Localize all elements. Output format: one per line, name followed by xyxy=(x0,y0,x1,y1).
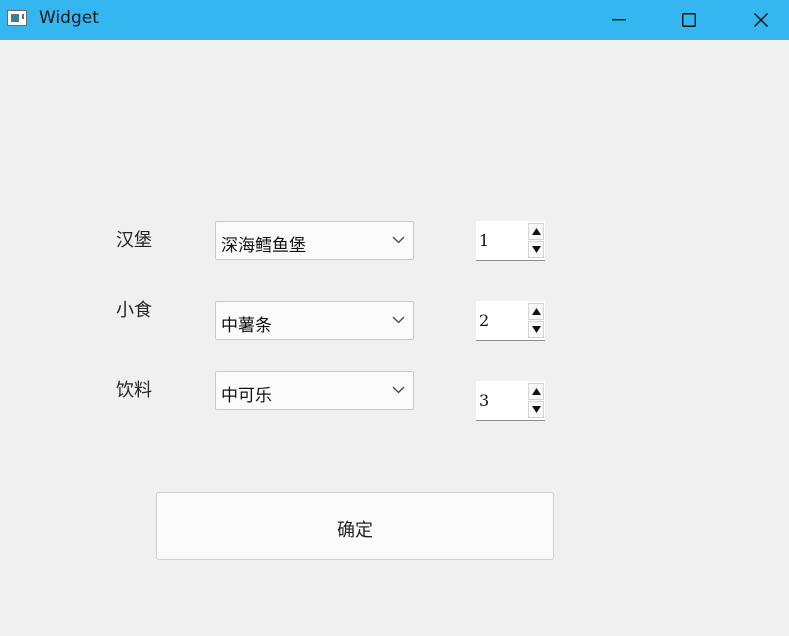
window-title: Widget xyxy=(39,8,99,28)
triangle-down-icon xyxy=(532,406,541,413)
maximize-icon xyxy=(682,13,696,27)
drink-quantity-down-button[interactable] xyxy=(528,401,544,418)
snack-quantity-spinbox[interactable]: 2 xyxy=(476,301,545,341)
chevron-down-icon xyxy=(392,316,405,324)
snack-quantity-up-button[interactable] xyxy=(528,303,544,320)
window-icon xyxy=(7,10,27,26)
burger-quantity-down-button[interactable] xyxy=(528,241,544,258)
snack-combobox[interactable]: 中薯条 xyxy=(215,301,414,340)
drink-quantity-value: 3 xyxy=(479,391,490,410)
burger-quantity-spinbox[interactable]: 1 xyxy=(476,221,545,261)
snack-label: 小食 xyxy=(116,300,152,321)
burger-quantity-value: 1 xyxy=(479,231,490,250)
close-button[interactable] xyxy=(738,0,784,40)
snack-quantity-down-button[interactable] xyxy=(528,321,544,338)
drink-quantity-up-button[interactable] xyxy=(528,383,544,400)
triangle-down-icon xyxy=(532,326,541,333)
title-bar: Widget xyxy=(0,0,789,40)
snack-quantity-value: 2 xyxy=(479,311,490,330)
drink-label: 饮料 xyxy=(116,380,152,401)
burger-combobox[interactable]: 深海鳕鱼堡 xyxy=(215,221,414,260)
triangle-down-icon xyxy=(532,246,541,253)
close-icon xyxy=(754,13,768,27)
minimize-icon xyxy=(612,19,626,21)
burger-label: 汉堡 xyxy=(116,230,152,251)
drink-selected-value: 中可乐 xyxy=(221,386,272,406)
confirm-button-label: 确定 xyxy=(337,520,373,541)
chevron-down-icon xyxy=(392,236,405,244)
triangle-up-icon xyxy=(532,308,541,315)
chevron-down-icon xyxy=(392,386,405,394)
burger-quantity-up-button[interactable] xyxy=(528,223,544,240)
confirm-button[interactable]: 确定 xyxy=(156,492,554,560)
minimize-button[interactable] xyxy=(596,0,642,40)
drink-quantity-spinbox[interactable]: 3 xyxy=(476,381,545,421)
snack-selected-value: 中薯条 xyxy=(221,316,272,336)
drink-combobox[interactable]: 中可乐 xyxy=(215,371,414,410)
triangle-up-icon xyxy=(532,388,541,395)
maximize-button[interactable] xyxy=(666,0,712,40)
burger-selected-value: 深海鳕鱼堡 xyxy=(221,236,306,256)
triangle-up-icon xyxy=(532,228,541,235)
